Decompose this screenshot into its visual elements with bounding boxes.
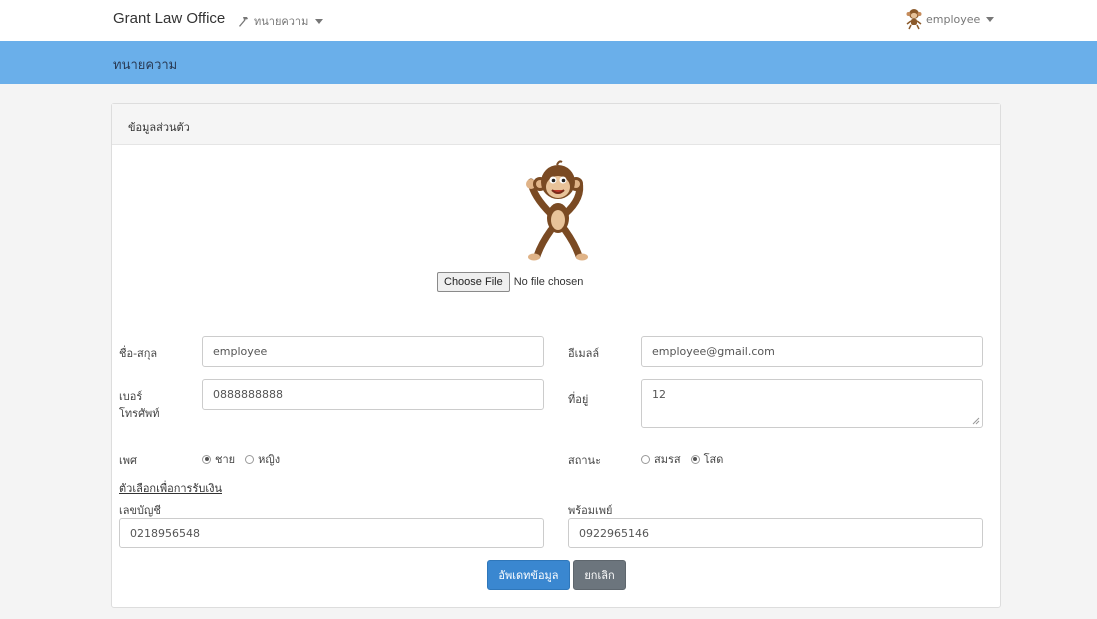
choose-file-button[interactable]: Choose File: [437, 272, 510, 292]
radio-unchecked-icon: [245, 454, 255, 464]
address-value: 12: [652, 388, 666, 401]
fullname-label: ชื่อ-สกุล: [119, 347, 158, 360]
promptpay-input[interactable]: 0922965146: [568, 518, 983, 548]
nav-menu-label: ทนายความ: [254, 15, 309, 28]
panel-heading: ข้อมูลส่วนตัว: [112, 104, 1000, 145]
phone-input[interactable]: 0888888888: [202, 379, 544, 410]
account-number-input[interactable]: 0218956548: [119, 518, 544, 548]
update-button[interactable]: อัพเดทข้อมูล: [487, 560, 570, 590]
radio-unchecked-icon: [641, 454, 650, 464]
status-radio-group: สมรส โสด: [641, 450, 723, 468]
hammer-icon: [239, 16, 248, 27]
status-option-single: โสด: [703, 453, 724, 466]
top-navbar: Grant Law Office ทนายความ employee: [0, 0, 1097, 41]
status-radio-married[interactable]: สมรส: [641, 450, 681, 468]
phone-label-line2: โทรศัพท์: [119, 407, 160, 420]
caret-down-icon: [315, 18, 324, 24]
gender-option-female: หญิง: [258, 453, 281, 466]
status-option-married: สมรส: [654, 453, 681, 466]
user-menu[interactable]: employee: [905, 8, 995, 30]
address-label: ที่อยู่: [568, 393, 589, 406]
address-textarea[interactable]: 12: [641, 379, 983, 428]
panel-title: ข้อมูลส่วนตัว: [128, 121, 190, 134]
file-status: No file chosen: [513, 276, 584, 288]
payment-options-link[interactable]: ตัวเลือกเพื่อการรับเงิน: [119, 479, 222, 497]
nav-menu-lawyer[interactable]: ทนายความ: [238, 12, 324, 30]
resize-grip-icon[interactable]: [972, 417, 980, 425]
fullname-input[interactable]: employee: [202, 336, 544, 367]
gender-radio-group: ชาย หญิง: [202, 450, 280, 468]
page-banner: ทนายความ: [0, 41, 1097, 84]
user-menu-label: employee: [926, 12, 981, 26]
radio-checked-icon: [690, 454, 700, 464]
caret-down-icon: [986, 16, 995, 22]
promptpay-label: พร้อมเพย์: [568, 504, 613, 517]
status-radio-single[interactable]: โสด: [690, 450, 724, 468]
account-label: เลขบัญชี: [119, 504, 161, 517]
gender-radio-female[interactable]: หญิง: [245, 450, 280, 468]
cancel-button[interactable]: ยกเลิก: [573, 560, 626, 590]
status-label: สถานะ: [568, 454, 601, 467]
page-title: ทนายความ: [113, 58, 178, 73]
profile-picture: [526, 160, 588, 261]
gender-radio-male[interactable]: ชาย: [202, 450, 235, 468]
gender-option-male: ชาย: [215, 453, 236, 466]
radio-checked-icon: [202, 454, 211, 464]
avatar-monkey-icon: [906, 9, 922, 30]
profile-panel: ข้อมูลส่วนตัว Choose File No file chosen…: [111, 103, 1001, 608]
file-upload: Choose File No file chosen: [437, 272, 583, 292]
email-label: อีเมลล์: [568, 347, 600, 360]
email-input[interactable]: employee@gmail.com: [641, 336, 983, 367]
phone-label-line1: เบอร์: [119, 390, 143, 403]
brand-link[interactable]: Grant Law Office: [113, 10, 225, 27]
gender-label: เพศ: [119, 454, 137, 467]
